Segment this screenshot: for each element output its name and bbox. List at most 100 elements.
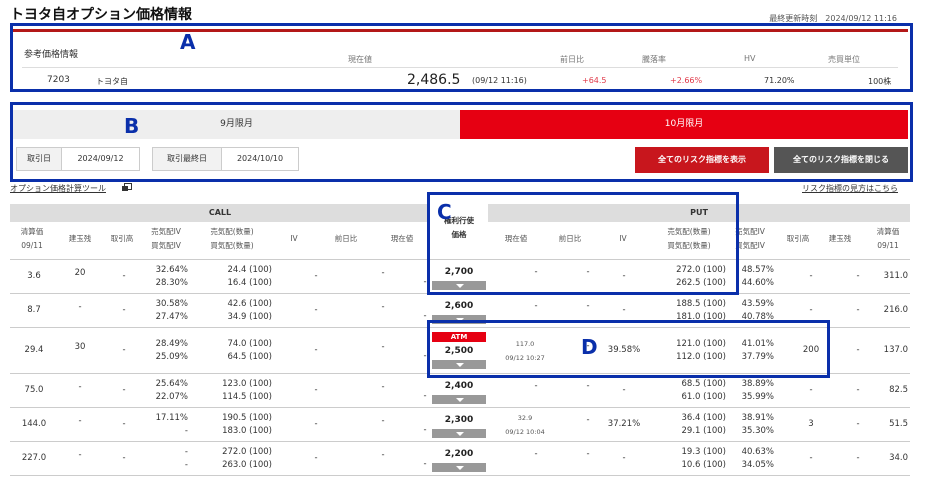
call-bid: 34.9 (100) [227,312,272,322]
put-settle: 216.0 [883,305,908,315]
strike-price: 2,200 [444,449,474,459]
put-ask-iv: 38.89% [741,379,774,389]
put-settle: 82.5 [889,385,908,395]
put-volume: - [809,271,813,281]
col-call-oi: 建玉残 [68,234,92,243]
call-volume: - [122,345,126,355]
call-ask: 123.0 (100) [222,379,272,389]
put-ask: 68.5 (100) [681,379,726,389]
call-volume: - [122,385,126,395]
call-bid: 64.5 (100) [227,352,272,362]
call-ask: 272.0 (100) [222,447,272,457]
table-row: 75.0 - - 25.64% 22.07% 123.0 (100) 114.5 (100)… [10,374,910,408]
call-bid-iv: - [184,426,188,436]
call-bid: 114.5 (100) [222,392,272,402]
call-ask-iv: 30.58% [155,299,188,309]
annotation-label-d: D [581,335,598,359]
put-ask-iv: 43.59% [741,299,774,309]
call-iv: - [314,345,318,355]
put-iv: 37.21% [607,419,641,429]
call-settle: 144.0 [21,419,47,429]
call-bid-iv: - [184,460,188,470]
call-ask-iv: 17.11% [155,413,188,423]
put-settle: 34.0 [889,453,908,463]
annotation-box-d [427,320,830,378]
call-settle: 3.6 [27,271,41,281]
call-change: - [381,268,385,278]
call-bid-iv: 25.09% [155,352,188,362]
put-change: - [586,381,590,391]
call-bid-iv: 28.30% [155,278,188,288]
col-call-change: 前日比 [334,234,358,243]
put-iv: - [622,305,626,315]
put-ask: 19.3 (100) [681,447,726,457]
call-bid-iv: 22.07% [155,392,188,402]
call-change: - [381,382,385,392]
put-volume: - [809,305,813,315]
call-ask: 74.0 (100) [227,339,272,349]
call-iv: - [314,305,318,315]
put-bid-iv: 35.99% [741,392,774,402]
call-ask: 42.6 (100) [227,299,272,309]
call-bid: 263.0 (100) [222,460,272,470]
table-row: 227.0 - - - - 272.0 (100) 263.0 (100) - - - 2,200 -… [10,442,910,476]
call-ask-iv: - [184,447,188,457]
expand-risk-toggle[interactable] [432,429,486,438]
call-iv: - [314,419,318,429]
col-call-settle: 清算価 09/11 [20,227,44,250]
call-settle: 29.4 [24,345,44,355]
option-calc-tool-link[interactable]: オプション価格計算ツール [10,183,106,194]
expand-risk-toggle[interactable] [432,463,486,472]
call-settle: 227.0 [21,453,47,463]
put-current: - [534,301,538,311]
col-call-current: 現在値 [390,234,414,243]
annotation-box-b [10,102,913,182]
call-settle: 8.7 [27,305,41,315]
call-bid: 183.0 (100) [222,426,272,436]
call-ask-iv: 25.64% [155,379,188,389]
expand-risk-toggle[interactable] [432,395,486,404]
put-change: - [586,415,590,425]
put-volume: 3 [808,419,814,429]
strike-price: 2,400 [444,381,474,391]
annotation-label-a: A [180,30,196,54]
put-ask: 36.4 (100) [681,413,726,423]
call-volume: - [122,419,126,429]
call-change: - [381,342,385,352]
put-change: - [586,301,590,311]
call-open-interest: - [78,450,82,460]
put-current-time: 09/12 10:04 [505,428,545,436]
put-ask-iv: 38.91% [741,413,774,423]
call-change: - [381,416,385,426]
put-iv: - [622,385,626,395]
put-current: 32.9 [517,414,533,422]
put-settle: 51.5 [889,419,908,429]
annotation-box-c [427,192,739,295]
call-header: CALL [10,204,430,222]
put-volume: - [809,385,813,395]
annotation-label-b: B [124,114,140,138]
put-ask-iv: 40.63% [741,447,774,457]
put-current: - [534,381,538,391]
risk-guide-link[interactable]: リスク指標の見方はこちら [802,183,898,194]
table-row: 144.0 - - 17.11% - 190.5 (100) 183.0 (100) - - - 2… [10,408,910,442]
put-current: - [534,449,538,459]
call-volume: - [122,271,126,281]
col-put-oi: 建玉残 [828,234,852,243]
put-bid: 61.0 (100) [681,392,726,402]
call-open-interest: 20 [74,268,86,278]
put-bid: 10.6 (100) [681,460,726,470]
call-ask-iv: 32.64% [155,265,188,275]
external-window-icon [122,183,132,191]
put-volume: - [809,453,813,463]
put-bid-iv: 35.30% [741,426,774,436]
col-call-iv-quotes: 売気配IV 買気配IV [151,227,181,250]
put-change: - [586,449,590,459]
put-bid: 29.1 (100) [681,426,726,436]
col-put-settle: 清算価 09/11 [876,227,900,250]
col-put-volume: 取引高 [786,234,810,243]
annotation-box-a [10,23,913,92]
call-open-interest: - [78,416,82,426]
call-change: - [381,450,385,460]
call-ask-iv: 28.49% [155,339,188,349]
